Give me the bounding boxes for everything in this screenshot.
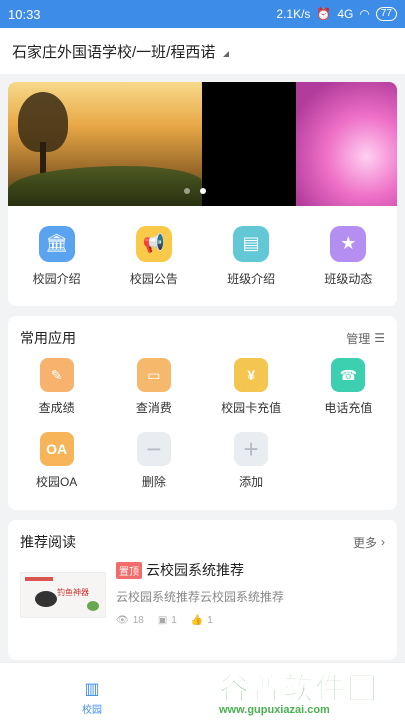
- banner-slide-sunrise: [8, 82, 202, 206]
- app-card-topup[interactable]: ¥ 校园卡充值: [203, 358, 300, 416]
- app-label: 添加: [239, 475, 264, 489]
- status-bar: 10:33 2.1K/s ⏰ 4G ◠ 77: [0, 0, 405, 28]
- section-header: 常用应用 管理 ☰: [8, 316, 397, 350]
- school-selector[interactable]: 石家庄外国语学校/一班/程西诺: [0, 28, 405, 74]
- star-icon: ★: [330, 225, 367, 262]
- watermark-text: 谷普软件园: [219, 673, 379, 707]
- oa-icon: OA: [39, 432, 74, 466]
- quick-links-card: 🏛 校园介绍 📢 校园公告 ▤ 班级介绍 ★ 班级动态: [8, 206, 397, 306]
- section-header: 推荐阅读 更多 ›: [8, 520, 397, 554]
- building-icon: 🏛: [38, 225, 75, 262]
- comments-stat: ▣ 1: [158, 615, 177, 626]
- alarm-icon: ⏰: [316, 7, 332, 21]
- list-icon: ☰: [374, 331, 385, 345]
- more-link[interactable]: 更多 ›: [353, 534, 385, 551]
- app-label: 校园OA: [35, 475, 78, 489]
- app-campus-oa[interactable]: OA 校园OA: [8, 432, 105, 490]
- network-speed: 2.1K/s: [276, 7, 311, 21]
- apps-grid: ✎ 查成绩 ▭ 查消费 ¥ 校园卡充值 ☎ 电话充值 OA 校园OA − 删除 …: [8, 350, 397, 490]
- quick-link-class-news[interactable]: ★ 班级动态: [303, 225, 393, 287]
- banner-slide-pink: [296, 82, 397, 206]
- article-item[interactable]: 钓鱼神器 置顶 云校园系统推荐 云校园系统推荐云校园系统推荐 👁 18 ▣ 1 👍 1: [8, 554, 397, 626]
- quick-link-campus-intro[interactable]: 🏛 校园介绍: [12, 225, 102, 287]
- views-count: 18: [132, 615, 144, 626]
- school-title: 石家庄外国语学校/一班/程西诺: [12, 43, 216, 61]
- app-grades[interactable]: ✎ 查成绩: [8, 358, 105, 416]
- battery-icon: 77: [375, 7, 397, 21]
- eye-icon: 👁: [116, 615, 129, 626]
- likes-count: 1: [207, 615, 213, 626]
- article-title: 云校园系统推荐: [146, 562, 244, 578]
- megaphone-icon: 📢: [135, 225, 172, 262]
- card-icon: ¥: [234, 358, 269, 392]
- quick-link-label: 班级介绍: [227, 271, 276, 286]
- app-label: 查消费: [135, 401, 172, 415]
- app-phone-topup[interactable]: ☎ 电话充值: [300, 358, 397, 416]
- pinned-badge: 置顶: [116, 561, 142, 579]
- more-label: 更多: [352, 535, 377, 550]
- thumb-pan: [35, 591, 57, 607]
- app-label: 查成绩: [38, 401, 75, 415]
- status-icons: 2.1K/s ⏰ 4G ◠ 77: [276, 7, 397, 21]
- wallet-icon: ▭: [136, 358, 171, 392]
- recommended-reading-card: 推荐阅读 更多 › 钓鱼神器 置顶 云校园系统推荐 云校园系统推荐云校园系统推荐…: [8, 520, 397, 660]
- comments-count: 1: [171, 615, 177, 626]
- app-delete[interactable]: − 删除: [105, 432, 202, 490]
- app-label: 电话充值: [324, 401, 373, 415]
- dropdown-corner-icon: [223, 51, 230, 57]
- minus-icon: −: [136, 432, 171, 466]
- article-meta: 置顶 云校园系统推荐 云校园系统推荐云校园系统推荐 👁 18 ▣ 1 👍 1: [116, 560, 385, 626]
- views-stat: 👁 18: [116, 615, 144, 626]
- article-thumbnail: 钓鱼神器: [20, 572, 106, 618]
- thumb-leaf: [87, 601, 99, 611]
- campus-tab-icon: ▥: [84, 681, 100, 698]
- article-stats: 👁 18 ▣ 1 👍 1: [116, 615, 385, 626]
- quick-link-campus-notice[interactable]: 📢 校园公告: [109, 225, 199, 287]
- thumb-text: 钓鱼神器: [57, 588, 89, 597]
- comment-icon: ▣: [157, 615, 168, 626]
- quick-link-label: 校园公告: [129, 271, 178, 286]
- section-title: 常用应用: [20, 330, 76, 346]
- manage-button[interactable]: 管理 ☰: [346, 330, 385, 347]
- quick-link-class-intro[interactable]: ▤ 班级介绍: [206, 225, 296, 287]
- app-spending[interactable]: ▭ 查消费: [105, 358, 202, 416]
- article-description: 云校园系统推荐云校园系统推荐: [116, 590, 285, 604]
- tab-campus[interactable]: ▥ 校园: [82, 679, 102, 716]
- section-title: 推荐阅读: [20, 534, 76, 550]
- app-label: 删除: [141, 475, 166, 489]
- watermark-logo: 谷普软件园 www.gupuxiazai.com: [219, 664, 399, 718]
- quick-link-label: 校园介绍: [32, 271, 81, 286]
- quick-link-label: 班级动态: [324, 271, 373, 286]
- banner-slide-dark: [202, 82, 296, 206]
- article-title-row: 置顶 云校园系统推荐: [116, 560, 385, 580]
- hill-image: [8, 166, 202, 206]
- thumb-bar: [25, 577, 53, 581]
- wifi-icon: ◠: [359, 7, 370, 21]
- common-apps-card: 常用应用 管理 ☰ ✎ 查成绩 ▭ 查消费 ¥ 校园卡充值 ☎ 电话充值 OA …: [8, 316, 397, 510]
- carousel-dot[interactable]: [184, 188, 190, 194]
- tab-label: 校园: [82, 705, 102, 716]
- phone-icon: ☎: [331, 358, 366, 392]
- chevron-right-icon: ›: [381, 535, 385, 549]
- plus-icon: +: [234, 432, 269, 466]
- carousel-dot-active[interactable]: [200, 188, 206, 194]
- signal-label: 4G: [337, 7, 354, 21]
- carousel-indicator: [184, 188, 206, 194]
- grades-icon: ✎: [39, 358, 74, 392]
- class-icon: ▤: [233, 225, 270, 262]
- thumbs-up-icon: 👍: [190, 615, 204, 626]
- app-add[interactable]: + 添加: [203, 432, 300, 490]
- status-time: 10:33: [8, 6, 41, 22]
- manage-label: 管理: [346, 331, 371, 346]
- likes-stat: 👍 1: [191, 615, 213, 626]
- app-label: 校园卡充值: [221, 401, 282, 415]
